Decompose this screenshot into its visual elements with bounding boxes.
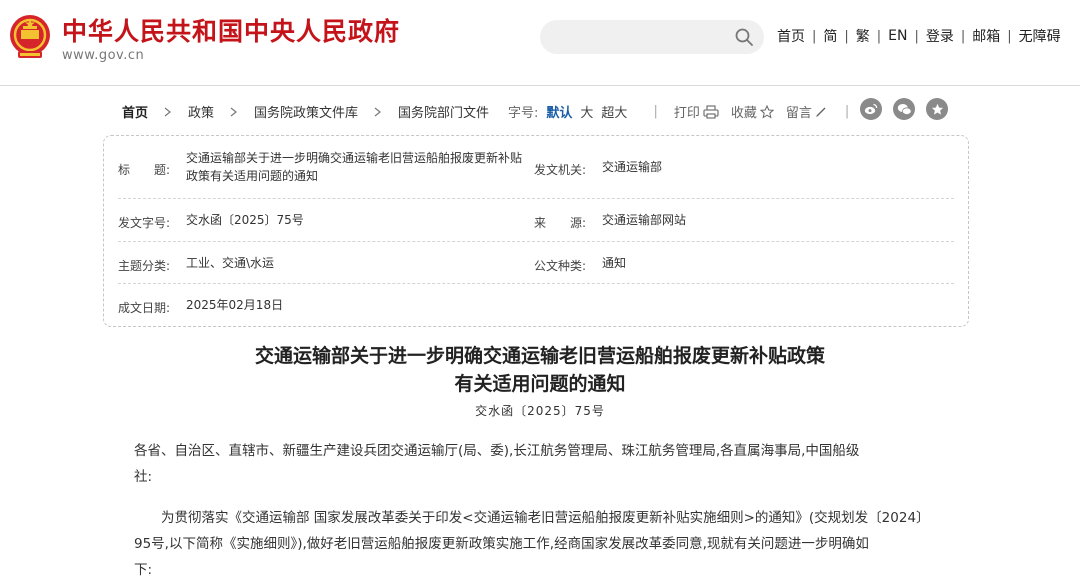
article-title-line: 有关适用问题的通知 xyxy=(454,373,626,395)
nav-english[interactable]: EN xyxy=(881,28,914,44)
font-size-label: 字号: xyxy=(508,106,539,121)
title-value-line: 交通运输部关于进一步明确交通运输老旧营运船舶报废更新补贴 xyxy=(186,151,523,165)
paragraph-line: 下: xyxy=(134,562,153,578)
article-recipients: 各省、自治区、直辖市、新疆生产建设兵团交通运输厅(局、委),长江航务管理局、珠江… xyxy=(134,438,946,490)
printer-icon xyxy=(703,104,719,119)
chevron-right-icon xyxy=(230,107,237,116)
star-outline-icon xyxy=(759,104,774,119)
paragraph-line: 社: xyxy=(134,469,153,485)
tools-separator: | xyxy=(653,104,658,119)
comment-label: 留言 xyxy=(785,106,812,121)
search-input[interactable] xyxy=(554,20,724,54)
tools-separator: | xyxy=(844,104,850,119)
document-info-table: 标 题: 交通运输部关于进一步明确交通运输老旧营运船舶报废更新补贴 政策有关适用… xyxy=(103,135,969,327)
category-value: 工业、交通\水运 xyxy=(186,256,275,270)
nav-home[interactable]: 首页 xyxy=(770,26,812,46)
font-size-default[interactable]: 默认 xyxy=(546,102,572,121)
nav-accessibility[interactable]: 无障碍 xyxy=(1012,26,1068,46)
title-value-line: 政策有关适用问题的通知 xyxy=(186,169,319,183)
breadcrumb-home[interactable]: 首页 xyxy=(122,102,148,121)
wechat-icon[interactable] xyxy=(893,98,915,120)
row-divider xyxy=(118,283,954,284)
doc-number-label: 发文字号: xyxy=(118,216,171,230)
weibo-icon[interactable] xyxy=(860,98,882,120)
nav-mailbox[interactable]: 邮箱 xyxy=(965,26,1007,46)
breadcrumb: 首页 政策 国务院政策文件库 国务院部门文件 xyxy=(122,102,489,121)
favorite-button[interactable]: 收藏 xyxy=(731,102,774,121)
article-title: 交通运输部关于进一步明确交通运输老旧营运船舶报废更新补贴政策 有关适用问题的通知 xyxy=(0,342,1080,398)
doc-type-label: 公文种类: xyxy=(534,259,587,273)
print-label: 打印 xyxy=(673,106,700,121)
chevron-right-icon xyxy=(374,107,382,116)
search-box[interactable] xyxy=(540,20,764,54)
title-value: 交通运输部关于进一步明确交通运输老旧营运船舶报废更新补贴 政策有关适用问题的通知 xyxy=(186,149,536,185)
chevron-right-icon xyxy=(164,107,171,116)
site-url[interactable]: www.gov.cn xyxy=(62,48,144,63)
paragraph-line: 各省、自治区、直辖市、新疆生产建设兵团交通运输厅(局、委),长江航务管理局、珠江… xyxy=(134,443,860,459)
breadcrumb-policy[interactable]: 政策 xyxy=(188,102,214,121)
font-size-xlarge[interactable]: 超大 xyxy=(601,102,627,121)
doc-type-value: 通知 xyxy=(602,256,627,270)
title-label: 标 题: xyxy=(118,163,171,177)
pencil-icon xyxy=(815,107,826,117)
site-title[interactable]: 中华人民共和国中央人民政府 xyxy=(62,12,400,48)
comment-button[interactable]: 留言 xyxy=(786,102,827,121)
date-label: 成文日期: xyxy=(118,301,171,315)
article-body-paragraph: 为贯彻落实《交通运输部 国家发展改革委关于印发<交通运输老旧营运船舶报废更新补贴… xyxy=(134,505,946,580)
favorite-label: 收藏 xyxy=(730,106,757,121)
paragraph-line: 95号,以下简称《实施细则》),做好老旧营运船舶报废更新政策实施工作,经商国家发… xyxy=(134,536,869,552)
site-header: 中华人民共和国中央人民政府 www.gov.cn 首页 | 简 | 繁 | EN… xyxy=(0,0,1080,86)
font-size-large[interactable]: 大 xyxy=(580,102,593,121)
category-label: 主题分类: xyxy=(118,259,171,273)
nav-simplified[interactable]: 简 xyxy=(816,26,844,46)
top-nav: 首页 | 简 | 繁 | EN | 登录 | 邮箱 | 无障碍 xyxy=(770,26,1068,46)
breadcrumb-department-docs[interactable]: 国务院部门文件 xyxy=(398,102,489,121)
national-emblem-icon[interactable] xyxy=(8,14,52,60)
row-divider xyxy=(118,198,954,199)
star-icon[interactable] xyxy=(926,98,948,120)
paragraph-line: 为贯彻落实《交通运输部 国家发展改革委关于印发<交通运输老旧营运船舶报废更新补贴… xyxy=(161,510,930,526)
doc-number-value: 交水函〔2025〕75号 xyxy=(186,213,304,227)
breadcrumb-policy-library[interactable]: 国务院政策文件库 xyxy=(254,102,358,121)
article-doc-number: 交水函〔2025〕75号 xyxy=(475,404,605,418)
search-icon[interactable] xyxy=(734,27,754,47)
article-title-line: 交通运输部关于进一步明确交通运输老旧营运船舶报废更新补贴政策 xyxy=(254,345,825,367)
date-value: 2025年02月18日 xyxy=(186,298,284,312)
print-button[interactable]: 打印 xyxy=(674,102,719,121)
nav-login[interactable]: 登录 xyxy=(919,26,961,46)
share-buttons xyxy=(860,98,959,120)
source-value: 交通运输部网站 xyxy=(602,213,687,227)
page-tools: 字号: 默认 大 超大 | 打印 收藏 留言 | xyxy=(508,102,849,121)
nav-traditional[interactable]: 繁 xyxy=(849,26,877,46)
issuer-label: 发文机关: xyxy=(534,163,587,177)
source-label: 来 源: xyxy=(534,216,587,230)
row-divider xyxy=(118,241,954,242)
issuer-value: 交通运输部 xyxy=(602,160,663,174)
